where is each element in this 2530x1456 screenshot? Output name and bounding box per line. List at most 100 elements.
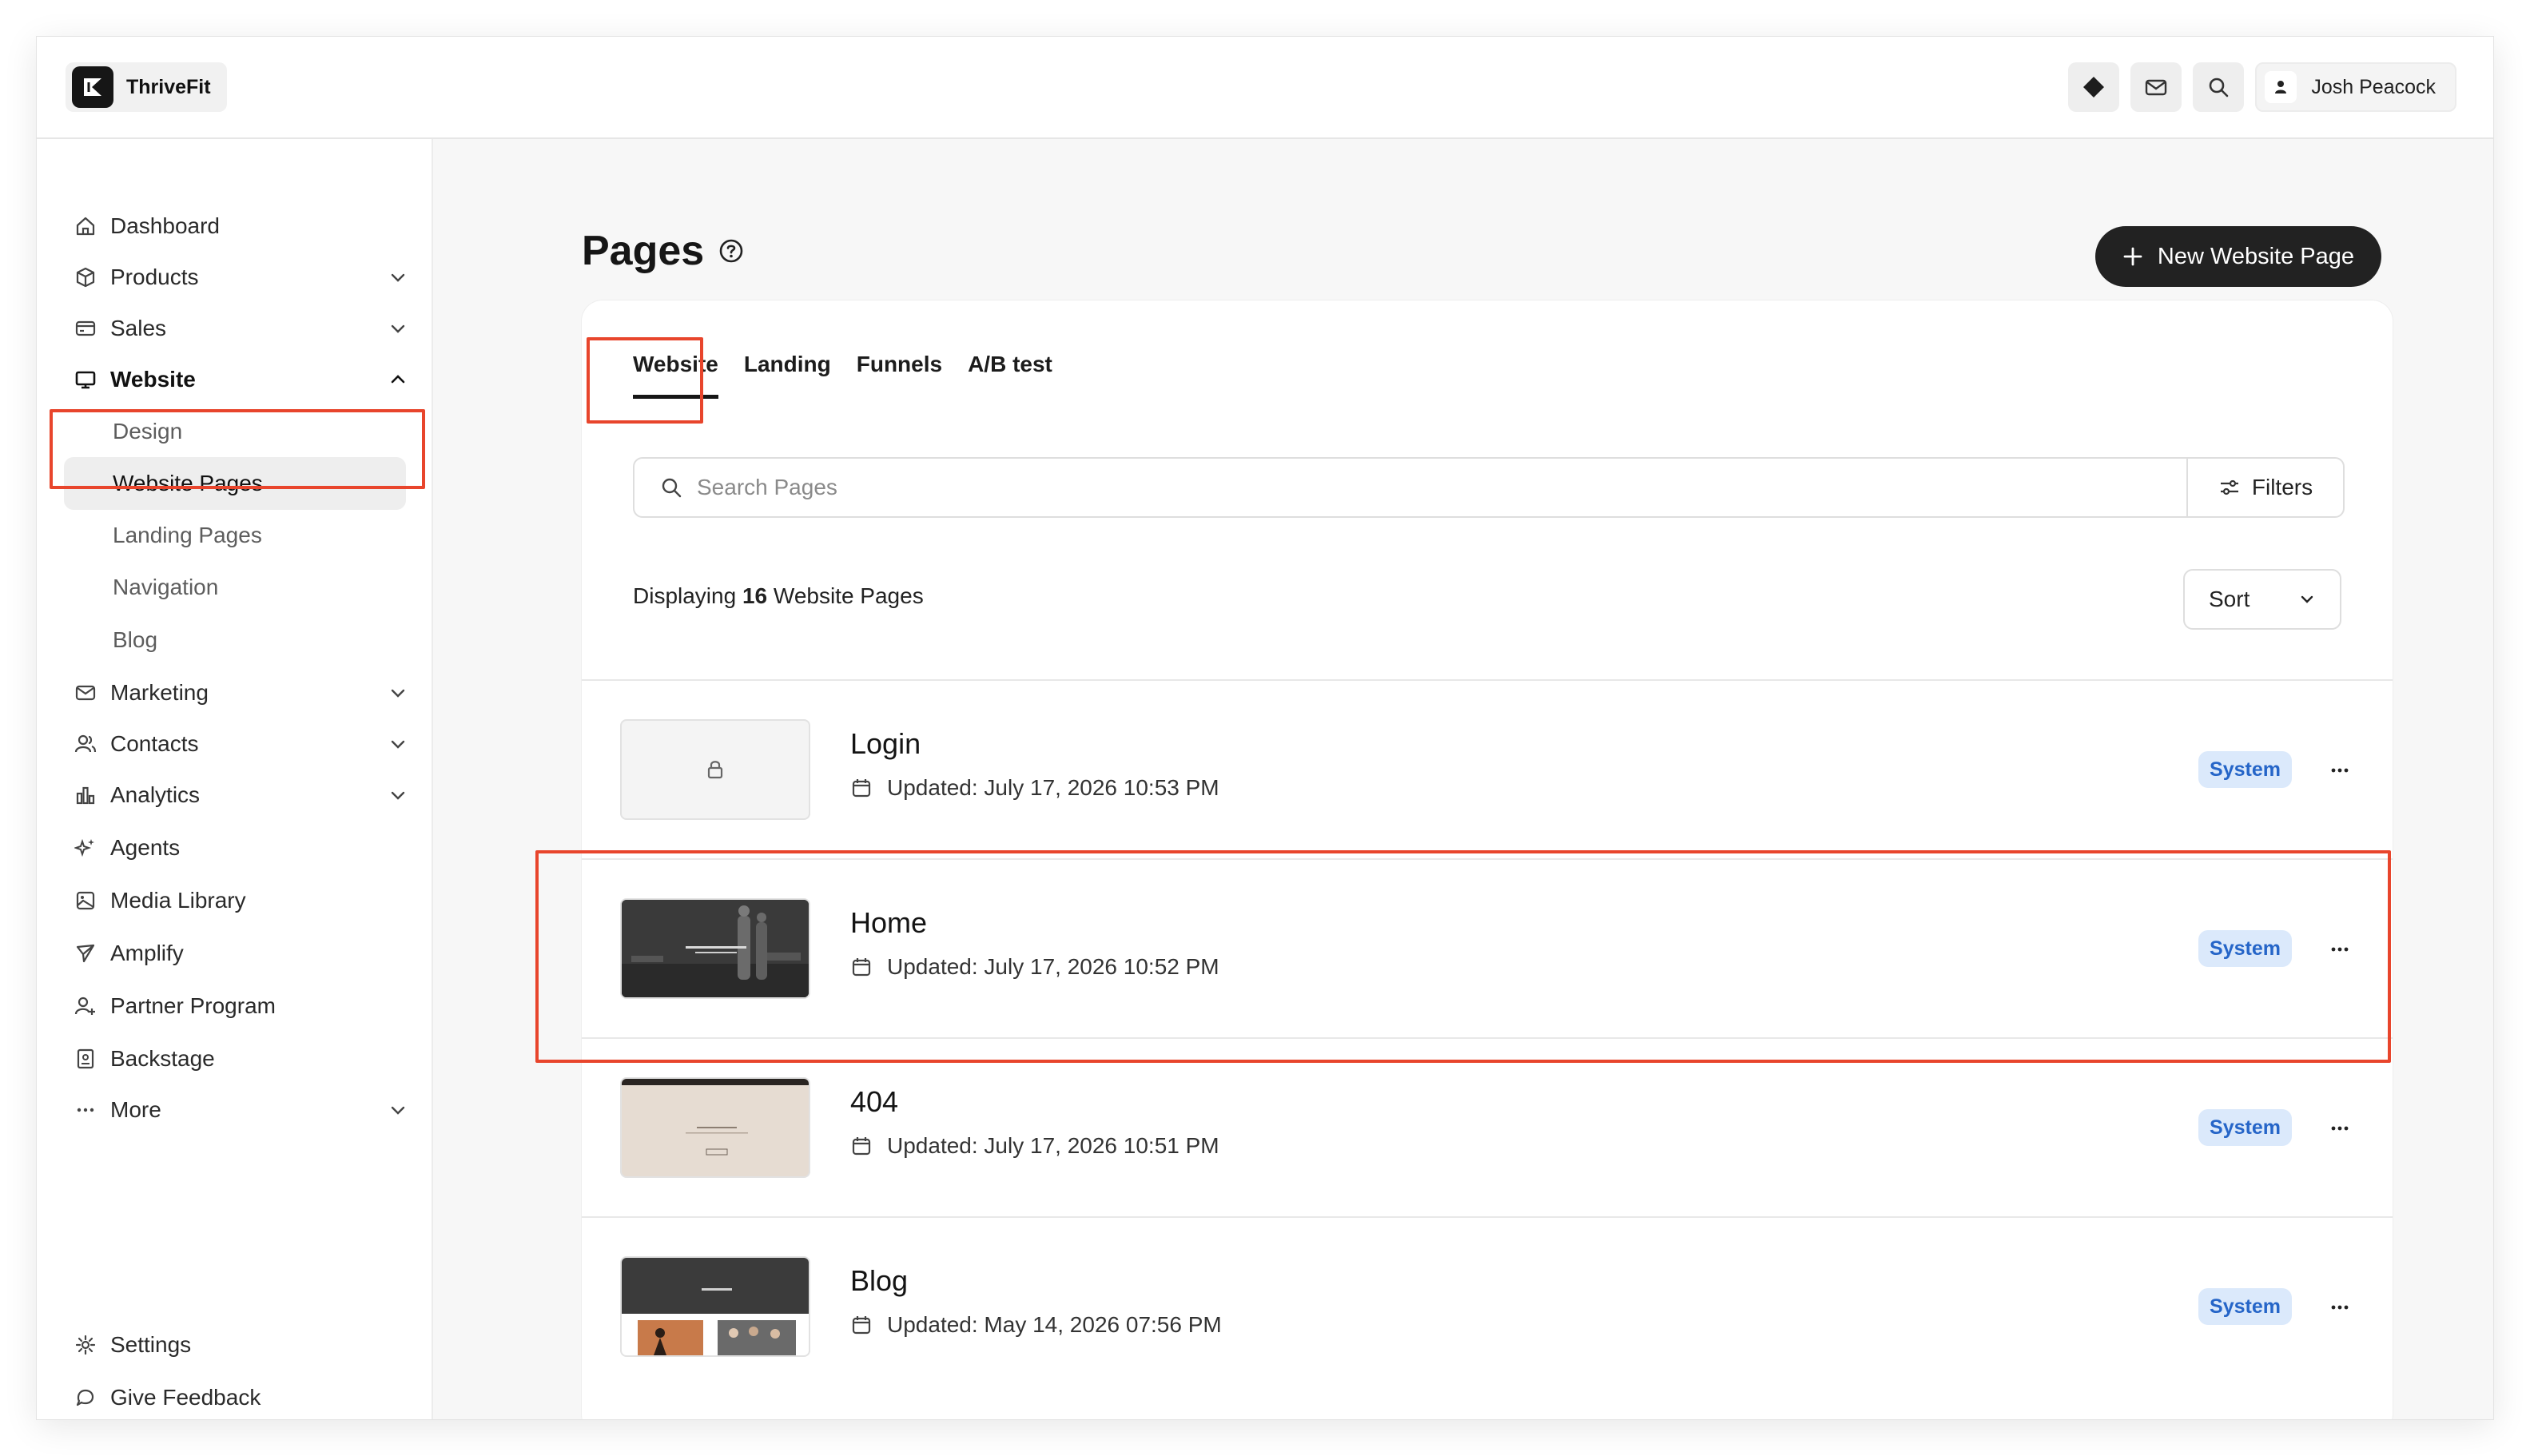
brand-name: ThriveFit bbox=[126, 75, 211, 98]
sidebar-subitem-landing-pages[interactable]: Landing Pages bbox=[113, 516, 262, 555]
sidebar-item-sales[interactable]: Sales bbox=[74, 308, 409, 348]
count-suffix: Website Pages bbox=[773, 583, 924, 608]
calendar-icon bbox=[852, 1316, 871, 1335]
filters-button[interactable]: Filters bbox=[2186, 459, 2343, 516]
sidebar-item-website[interactable]: Website bbox=[74, 360, 409, 400]
tab-funnels[interactable]: Funnels bbox=[857, 352, 942, 399]
count-number: 16 bbox=[742, 583, 768, 608]
app-window: ThriveFit Josh Peacock Dashboard Product… bbox=[37, 37, 2493, 1419]
sidebar-item-amplify[interactable]: Amplify bbox=[74, 933, 409, 973]
sidebar-subitem-design[interactable]: Design bbox=[113, 412, 182, 451]
ellipsis-icon bbox=[2331, 947, 2349, 952]
sidebar-item-media-library[interactable]: Media Library bbox=[74, 881, 409, 921]
updated-text: Updated: July 17, 2026 10:53 PM bbox=[887, 775, 1219, 800]
sidebar-item-label: Settings bbox=[110, 1332, 192, 1357]
pages-list: Login Updated: July 17, 2026 10:53 PM Sy… bbox=[582, 679, 2393, 1395]
sidebar-item-more[interactable]: More bbox=[74, 1090, 409, 1130]
page-title-link[interactable]: Login bbox=[850, 727, 921, 761]
tab-ab-test[interactable]: A/B test bbox=[968, 352, 1052, 399]
sidebar-item-label: Give Feedback bbox=[110, 1385, 261, 1410]
sidebar-item-settings[interactable]: Settings bbox=[74, 1325, 409, 1365]
new-website-page-label: New Website Page bbox=[2157, 243, 2354, 269]
sidebar-item-products[interactable]: Products bbox=[74, 257, 409, 297]
page-thumbnail bbox=[620, 1077, 810, 1178]
users-icon bbox=[74, 732, 97, 756]
avatar bbox=[2265, 71, 2297, 103]
sidebar-item-backstage[interactable]: Backstage bbox=[74, 1039, 409, 1079]
sidebar-item-label: Products bbox=[110, 265, 199, 289]
diamond-button[interactable] bbox=[2068, 62, 2120, 112]
pages-card: Website Landing Funnels A/B test Search … bbox=[582, 300, 2393, 1419]
status-badge: System bbox=[2198, 1288, 2292, 1325]
sidebar-item-analytics[interactable]: Analytics bbox=[74, 775, 409, 815]
chat-bubble-icon bbox=[74, 1386, 97, 1410]
sidebar-item-agents[interactable]: Agents bbox=[74, 828, 409, 868]
list-item[interactable]: Login Updated: July 17, 2026 10:53 PM Sy… bbox=[582, 679, 2393, 858]
inbox-button[interactable] bbox=[2130, 62, 2182, 112]
user-plus-icon bbox=[74, 994, 97, 1018]
sidebar-item-give-feedback[interactable]: Give Feedback bbox=[74, 1378, 409, 1418]
more-options-button[interactable] bbox=[2324, 1112, 2356, 1144]
sidebar-item-label: Agents bbox=[110, 835, 181, 860]
sidebar-item-partner-program[interactable]: Partner Program bbox=[74, 986, 409, 1026]
sidebar-item-label: Amplify bbox=[110, 941, 184, 965]
status-badge: System bbox=[2198, 751, 2292, 788]
sidebar-item-contacts[interactable]: Contacts bbox=[74, 724, 409, 764]
sidebar-item-marketing[interactable]: Marketing bbox=[74, 673, 409, 713]
credit-card-icon bbox=[74, 316, 97, 340]
ellipsis-icon bbox=[2331, 1305, 2349, 1310]
ellipsis-icon bbox=[2331, 1126, 2349, 1131]
badge-icon bbox=[74, 1047, 97, 1071]
send-icon bbox=[74, 941, 97, 965]
search-icon bbox=[2210, 78, 2229, 97]
list-item[interactable]: Blog Updated: May 14, 2026 07:56 PM Syst… bbox=[582, 1216, 2393, 1395]
sidebar-item-dashboard[interactable]: Dashboard bbox=[74, 206, 409, 246]
sidebar-item-label: Backstage bbox=[110, 1046, 215, 1071]
help-icon[interactable] bbox=[718, 238, 744, 264]
list-item[interactable]: Home Updated: July 17, 2026 10:52 PM Sys… bbox=[582, 858, 2393, 1037]
tab-website[interactable]: Website bbox=[633, 352, 718, 399]
sidebar-item-label: Sales bbox=[110, 316, 167, 340]
sidebar-subitem-blog[interactable]: Blog bbox=[113, 621, 157, 659]
calendar-icon bbox=[852, 1137, 871, 1156]
sidebar-subitem-website-pages[interactable]: Website Pages bbox=[64, 457, 406, 510]
page-title-text: Pages bbox=[582, 228, 705, 274]
page-updated: Updated: July 17, 2026 10:52 PM bbox=[850, 954, 1219, 980]
box-icon bbox=[74, 265, 97, 289]
sliders-icon bbox=[2220, 479, 2238, 495]
tab-landing[interactable]: Landing bbox=[744, 352, 831, 399]
user-icon bbox=[2275, 81, 2287, 93]
sidebar-subitem-navigation[interactable]: Navigation bbox=[113, 568, 218, 607]
page-updated: Updated: May 14, 2026 07:56 PM bbox=[850, 1312, 1222, 1338]
new-website-page-button[interactable]: New Website Page bbox=[2094, 226, 2381, 287]
more-options-button[interactable] bbox=[2324, 1291, 2356, 1323]
chevron-down-icon bbox=[391, 324, 405, 333]
page-title-link[interactable]: Blog bbox=[850, 1264, 908, 1298]
calendar-icon bbox=[852, 779, 871, 798]
home-icon bbox=[74, 214, 97, 238]
search-input[interactable]: Search Pages bbox=[634, 475, 2186, 500]
page-updated: Updated: July 17, 2026 10:51 PM bbox=[850, 1133, 1219, 1159]
filters-label: Filters bbox=[2251, 475, 2313, 499]
updated-text: Updated: July 17, 2026 10:52 PM bbox=[887, 954, 1219, 979]
main-content: Pages New Website Page Website Landing F… bbox=[433, 139, 2493, 1419]
chevron-down-icon bbox=[391, 740, 405, 749]
updated-text: Updated: May 14, 2026 07:56 PM bbox=[887, 1312, 1222, 1337]
workspace-switcher[interactable]: ThriveFit bbox=[66, 62, 227, 112]
calendar-icon bbox=[852, 958, 871, 977]
list-item[interactable]: 404 Updated: July 17, 2026 10:51 PM Syst… bbox=[582, 1037, 2393, 1216]
sidebar-item-label: Website bbox=[110, 367, 196, 392]
lock-icon bbox=[707, 761, 723, 779]
search-button[interactable] bbox=[2193, 62, 2245, 112]
count-prefix: Displaying bbox=[633, 583, 737, 608]
more-options-button[interactable] bbox=[2324, 933, 2356, 965]
more-options-button[interactable] bbox=[2324, 754, 2356, 786]
ellipsis-icon bbox=[74, 1098, 97, 1122]
sparkle-icon bbox=[74, 836, 97, 860]
sort-dropdown[interactable]: Sort bbox=[2183, 569, 2341, 630]
page-title-link[interactable]: Home bbox=[850, 906, 927, 940]
search-icon bbox=[662, 478, 682, 498]
page-title-link[interactable]: 404 bbox=[850, 1085, 898, 1119]
sidebar-item-label: More bbox=[110, 1097, 161, 1122]
user-menu[interactable]: Josh Peacock bbox=[2255, 62, 2456, 112]
